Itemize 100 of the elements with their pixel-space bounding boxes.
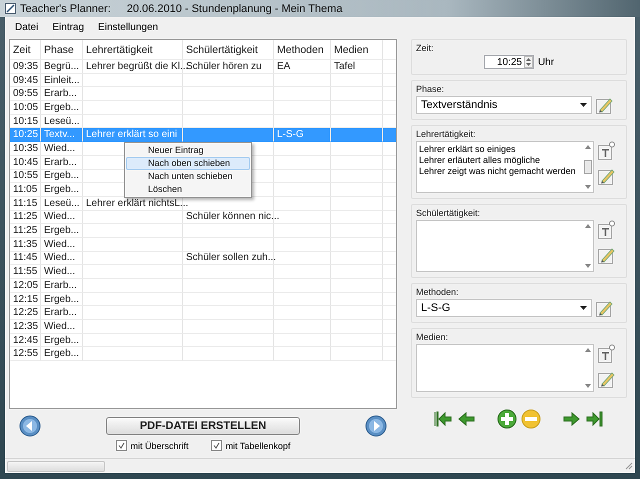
table-cell: 11:35: [13, 238, 38, 250]
table-row[interactable]: 12:45 Ergeb...: [10, 334, 396, 348]
scroll-up-icon[interactable]: [584, 224, 590, 228]
table-cell: Einleit...: [44, 74, 80, 86]
table-cell: Ergeb...: [44, 348, 80, 360]
checkbox-label: mit Überschrift: [130, 440, 189, 450]
table-cell: Wied...: [44, 211, 76, 222]
checkbox[interactable]: [210, 440, 222, 451]
insert-text-icon[interactable]: [598, 141, 615, 160]
scroll-down-icon[interactable]: [584, 185, 590, 189]
context-menu-item[interactable]: Nach oben schieben: [126, 157, 250, 170]
table-cell: Wied...: [44, 252, 76, 264]
table-cell: 10:05: [13, 102, 38, 113]
table-cell: 09:55: [13, 88, 38, 100]
text-line: Lehrer erklärt so einiges: [419, 144, 516, 155]
table-cell: Lehrer erklärt so eini: [86, 129, 178, 140]
table-cell: 09:35: [13, 60, 38, 72]
table-cell: Wied...: [44, 266, 76, 278]
column-header[interactable]: Phase: [44, 44, 74, 56]
add-icon[interactable]: [497, 409, 517, 429]
column-header[interactable]: Schülertätigkeit: [186, 44, 258, 56]
table-row[interactable]: 12:15 Ergeb...: [10, 292, 396, 306]
table-row[interactable]: 11:25 Wied... Schüler können nic...: [10, 210, 396, 224]
table-cell: 11:45: [13, 252, 38, 264]
table-row[interactable]: 11:25 Ergeb...: [10, 224, 396, 238]
previous-button[interactable]: [19, 415, 41, 437]
dropdown[interactable]: L-S-G: [416, 299, 592, 317]
pdf-export-button[interactable]: PDF-DATEI ERSTELLEN: [106, 417, 300, 435]
table-cell: Ergeb...: [44, 102, 80, 113]
table-cell: 12:45: [13, 334, 38, 346]
table-row[interactable]: 10:05 Ergeb...: [10, 101, 396, 115]
menu-item[interactable]: Datei: [15, 22, 38, 32]
table-cell: 12:05: [13, 280, 38, 291]
table-cell: Leseü...: [44, 116, 80, 127]
context-menu-item[interactable]: Löschen: [126, 183, 250, 196]
scroll-up-icon[interactable]: [584, 348, 590, 352]
checkbox[interactable]: [116, 440, 127, 451]
dropdown-arrow-icon[interactable]: [580, 103, 587, 107]
context-menu-item[interactable]: Nach unten schieben: [126, 170, 250, 183]
table-row[interactable]: 12:35 Wied...: [10, 320, 396, 334]
table-cell: Erarb...: [44, 307, 77, 318]
table-cell: Begrü...: [44, 60, 80, 72]
table-cell: Erarb...: [44, 156, 77, 168]
scrollbar-thumb[interactable]: [584, 160, 592, 174]
table-cell: Wied...: [44, 320, 76, 332]
last-icon[interactable]: [585, 409, 605, 429]
table-cell: Ergeb...: [44, 225, 80, 236]
table-row[interactable]: 12:55 Ergeb...: [10, 347, 396, 362]
insert-text-icon[interactable]: [598, 344, 615, 363]
table-cell: 12:25: [13, 307, 38, 318]
column-header[interactable]: Lehrertätigkeit: [86, 44, 153, 56]
next-button[interactable]: [365, 415, 387, 437]
scroll-down-icon[interactable]: [584, 264, 590, 268]
table-cell: 12:15: [13, 294, 38, 305]
table-cell: Schüler können nic...: [186, 211, 280, 222]
table-cell: EA: [277, 60, 290, 72]
table-cell: 09:45: [13, 74, 38, 86]
table-row[interactable]: 11:35 Wied...: [10, 238, 396, 252]
table-cell: Tafel: [334, 60, 356, 72]
table-cell: Leseü...: [44, 198, 80, 209]
scroll-up-icon[interactable]: [584, 145, 590, 149]
field-label: Phase:: [416, 84, 446, 94]
scroll-down-icon[interactable]: [584, 384, 590, 388]
text-line: Lehrer zeigt was nicht gemacht werden: [419, 166, 576, 177]
menu-item[interactable]: Einstellungen: [98, 22, 158, 32]
window-title: Teacher's Planner:: [20, 2, 111, 14]
resize-grip-icon: [625, 462, 633, 470]
document-title: 20.06.2010 - Stundenplanung - Mein Thema: [126, 2, 342, 14]
table-cell: 12:55: [13, 348, 38, 360]
checkmark-icon: [118, 442, 125, 449]
first-icon[interactable]: [433, 409, 453, 429]
table-row[interactable]: 09:45 Einleit...: [10, 74, 396, 88]
insert-text-icon[interactable]: [598, 220, 615, 239]
table-cell: Wied...: [44, 142, 76, 154]
table-row[interactable]: 11:55 Wied...: [10, 265, 396, 279]
table-cell: Lehrer begrüßt die Kl...: [86, 60, 188, 72]
table-row[interactable]: 12:25 Erarb...: [10, 306, 396, 320]
checkbox-label: mit Tabellenkopf: [226, 440, 290, 450]
back-arrow-icon[interactable]: [457, 409, 477, 429]
column-header[interactable]: Methoden: [277, 44, 324, 56]
table-cell: Ergeb...: [44, 170, 80, 182]
table-row[interactable]: 11:45 Wied... Schüler sollen zuh...: [10, 252, 396, 266]
column-header[interactable]: Zeit: [13, 44, 31, 56]
menu-item[interactable]: Eintrag: [52, 22, 84, 32]
table-row[interactable]: 09:55 Erarb...: [10, 87, 396, 102]
table-row[interactable]: 09:35 Begrü... Lehrer begrüßt die Kl...Schüler hören zu EA Tafel: [10, 60, 396, 74]
table-row[interactable]: 12:05 Erarb...: [10, 279, 396, 293]
spinner-arrows-icon[interactable]: [524, 56, 533, 68]
dropdown[interactable]: Textverständnis: [416, 96, 592, 114]
field-label: Zeit:: [416, 43, 435, 53]
table-cell: Ergeb...: [44, 184, 80, 196]
column-header[interactable]: Medien: [334, 44, 368, 56]
forward-arrow-icon[interactable]: [561, 409, 581, 429]
dropdown-arrow-icon[interactable]: [580, 306, 587, 310]
field-label: Schülertätigkeit:: [416, 208, 482, 218]
table-cell: Erarb...: [44, 280, 77, 291]
time-spinner[interactable]: 10:25: [484, 55, 534, 69]
table-cell: 10:25: [13, 129, 38, 140]
table-cell: Schüler hören zu: [186, 60, 262, 72]
context-menu-item[interactable]: Neuer Eintrag: [126, 144, 250, 157]
